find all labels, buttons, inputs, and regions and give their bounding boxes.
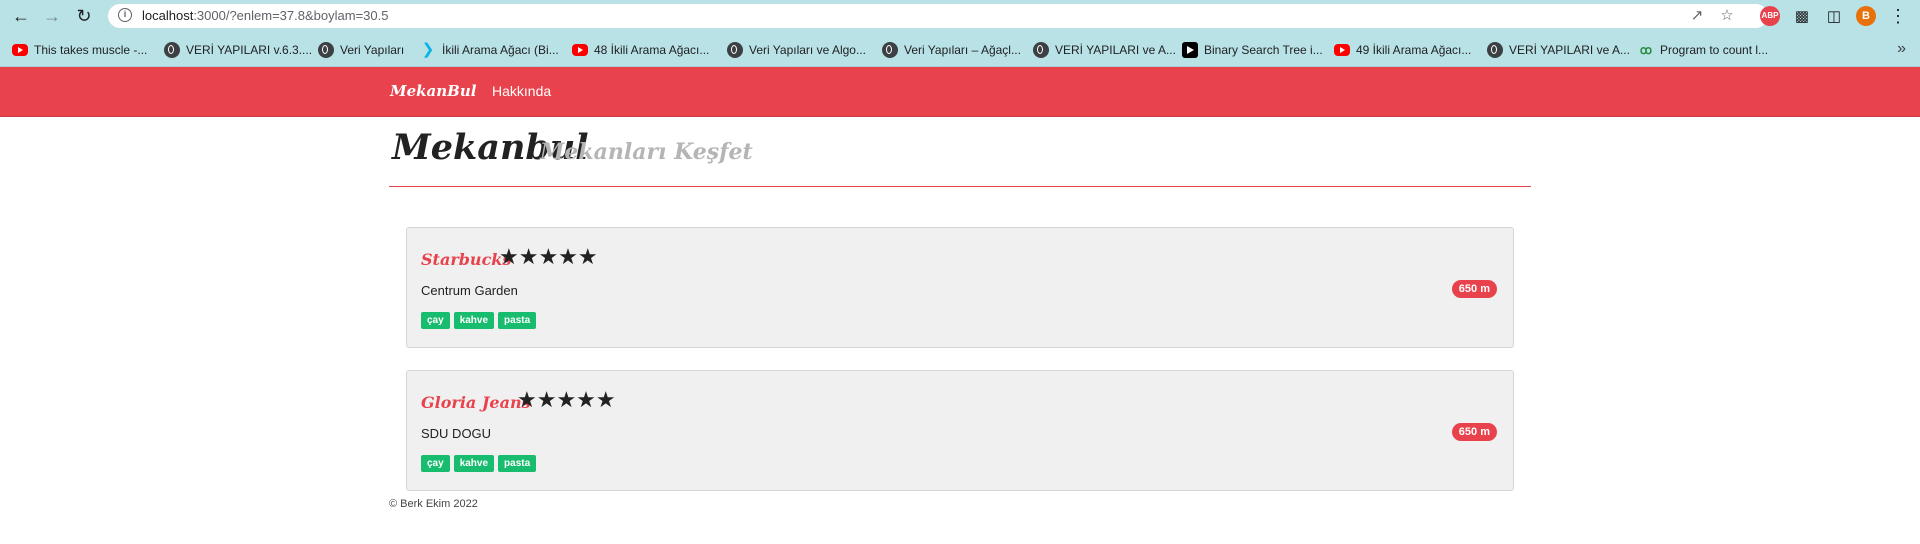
- bookmark-label: This takes muscle -...: [34, 43, 148, 57]
- globe-icon: [1487, 42, 1503, 58]
- bookmark-label: Veri Yapıları: [340, 43, 405, 57]
- play-icon: [1182, 42, 1198, 58]
- page-header: Mekanbul Mekanları Keşfet: [389, 117, 1531, 187]
- globe-icon: [727, 42, 743, 58]
- bookmark-item[interactable]: Veri Yapıları ve Algo...: [727, 41, 866, 59]
- bookmark-label: 48 İkili Arama Ağacı...: [594, 43, 710, 57]
- reload-icon[interactable]: ↻: [72, 4, 96, 28]
- url-host: localhost: [142, 8, 194, 23]
- bookmark-label: Veri Yapıları – Ağaçl...: [904, 43, 1021, 57]
- tag-badge: kahve: [453, 312, 495, 329]
- globe-icon: [882, 42, 898, 58]
- bookmark-label: Program to count l...: [1660, 43, 1769, 57]
- forward-arrow-icon[interactable]: →: [40, 4, 64, 28]
- bookmark-label: VERİ YAPILARI ve A...: [1509, 43, 1630, 57]
- brand-link[interactable]: MekanBul: [390, 82, 476, 100]
- place-name-link[interactable]: Starbucks: [421, 250, 511, 269]
- bookmark-item[interactable]: Binary Search Tree i...: [1182, 41, 1323, 59]
- bookmarks-bar: » This takes muscle -... VERİ YAPILARI v.…: [0, 32, 1920, 67]
- tag-badge: kahve: [453, 455, 495, 472]
- youtube-icon: [572, 44, 588, 56]
- menu-kebab-icon[interactable]: ⋮: [1886, 4, 1910, 28]
- bookmark-star-icon[interactable]: ☆: [1718, 7, 1736, 25]
- flutter-icon: ❯: [421, 41, 435, 58]
- page-subtitle: Mekanları Keşfet: [540, 139, 753, 165]
- footer-copyright: © Berk Ekim 2022: [389, 498, 478, 510]
- place-address: Centrum Garden: [421, 283, 518, 298]
- bookmark-item[interactable]: Veri Yapıları: [318, 41, 404, 59]
- place-card: Starbucks ★★★★★ Centrum Garden çay kahve…: [406, 227, 1514, 348]
- bookmark-item[interactable]: VERİ YAPILARI v.6.3....: [164, 41, 312, 59]
- gfg-icon: ꝏ: [1639, 43, 1653, 57]
- bookmark-item[interactable]: VERİ YAPILARI ve A...: [1033, 41, 1176, 59]
- browser-toolbar: ← → ↻ i localhost:3000/?enlem=37.8&boyla…: [0, 0, 1920, 32]
- url-text[interactable]: localhost:3000/?enlem=37.8&boylam=30.5: [142, 8, 388, 23]
- rating-stars: ★★★★★: [517, 387, 616, 412]
- bookmark-label: VERİ YAPILARI v.6.3....: [186, 43, 313, 57]
- address-bar[interactable]: i localhost:3000/?enlem=37.8&boylam=30.5…: [108, 4, 1768, 28]
- more-bookmarks-icon[interactable]: »: [1897, 40, 1906, 58]
- bookmark-item[interactable]: VERİ YAPILARI ve A...: [1487, 41, 1630, 59]
- bookmark-item[interactable]: Veri Yapıları – Ağaçl...: [882, 41, 1021, 59]
- nav-about-link[interactable]: Hakkında: [492, 83, 551, 99]
- rating-stars: ★★★★★: [499, 244, 598, 269]
- place-address: SDU DOGU: [421, 426, 492, 441]
- youtube-icon: [1334, 44, 1350, 56]
- place-name-link[interactable]: Gloria Jeans: [421, 393, 531, 412]
- side-panel-icon[interactable]: ◫: [1822, 4, 1846, 28]
- profile-avatar[interactable]: B: [1856, 6, 1876, 26]
- bookmark-label: İkili Arama Ağacı (Bi...: [442, 43, 559, 57]
- site-info-icon[interactable]: i: [118, 8, 132, 22]
- extensions-puzzle-icon[interactable]: ▩: [1790, 4, 1814, 28]
- globe-icon: [1033, 42, 1049, 58]
- place-tags: çay kahve pasta: [421, 455, 537, 472]
- share-icon[interactable]: ↗: [1688, 7, 1706, 25]
- adblock-icon[interactable]: ABP: [1760, 6, 1780, 26]
- bookmark-item[interactable]: ❯ İkili Arama Ağacı (Bi...: [420, 41, 559, 59]
- tag-badge: çay: [421, 312, 450, 329]
- bookmark-label: Veri Yapıları ve Algo...: [749, 43, 866, 57]
- tag-badge: pasta: [498, 312, 537, 329]
- url-path: :3000/?enlem=37.8&boylam=30.5: [193, 8, 389, 23]
- bookmark-item[interactable]: This takes muscle -...: [12, 41, 147, 59]
- bookmark-item[interactable]: 49 İkili Arama Ağacı...: [1334, 41, 1471, 59]
- bookmark-label: VERİ YAPILARI ve A...: [1055, 43, 1176, 57]
- place-tags: çay kahve pasta: [421, 312, 537, 329]
- youtube-icon: [12, 44, 28, 56]
- bookmark-item[interactable]: ꝏ Program to count l...: [1638, 41, 1768, 59]
- back-arrow-icon[interactable]: ←: [9, 4, 33, 28]
- tag-badge: çay: [421, 455, 450, 472]
- tag-badge: pasta: [498, 455, 537, 472]
- bookmark-label: 49 İkili Arama Ağacı...: [1356, 43, 1472, 57]
- bookmark-label: Binary Search Tree i...: [1204, 43, 1323, 57]
- bookmark-item[interactable]: 48 İkili Arama Ağacı...: [572, 41, 709, 59]
- distance-badge: 650 m: [1451, 423, 1497, 441]
- distance-badge: 650 m: [1451, 280, 1497, 298]
- place-card: Gloria Jeans ★★★★★ SDU DOGU çay kahve pa…: [406, 370, 1514, 491]
- site-navbar: MekanBul Hakkında: [0, 67, 1920, 117]
- globe-icon: [318, 42, 334, 58]
- globe-icon: [164, 42, 180, 58]
